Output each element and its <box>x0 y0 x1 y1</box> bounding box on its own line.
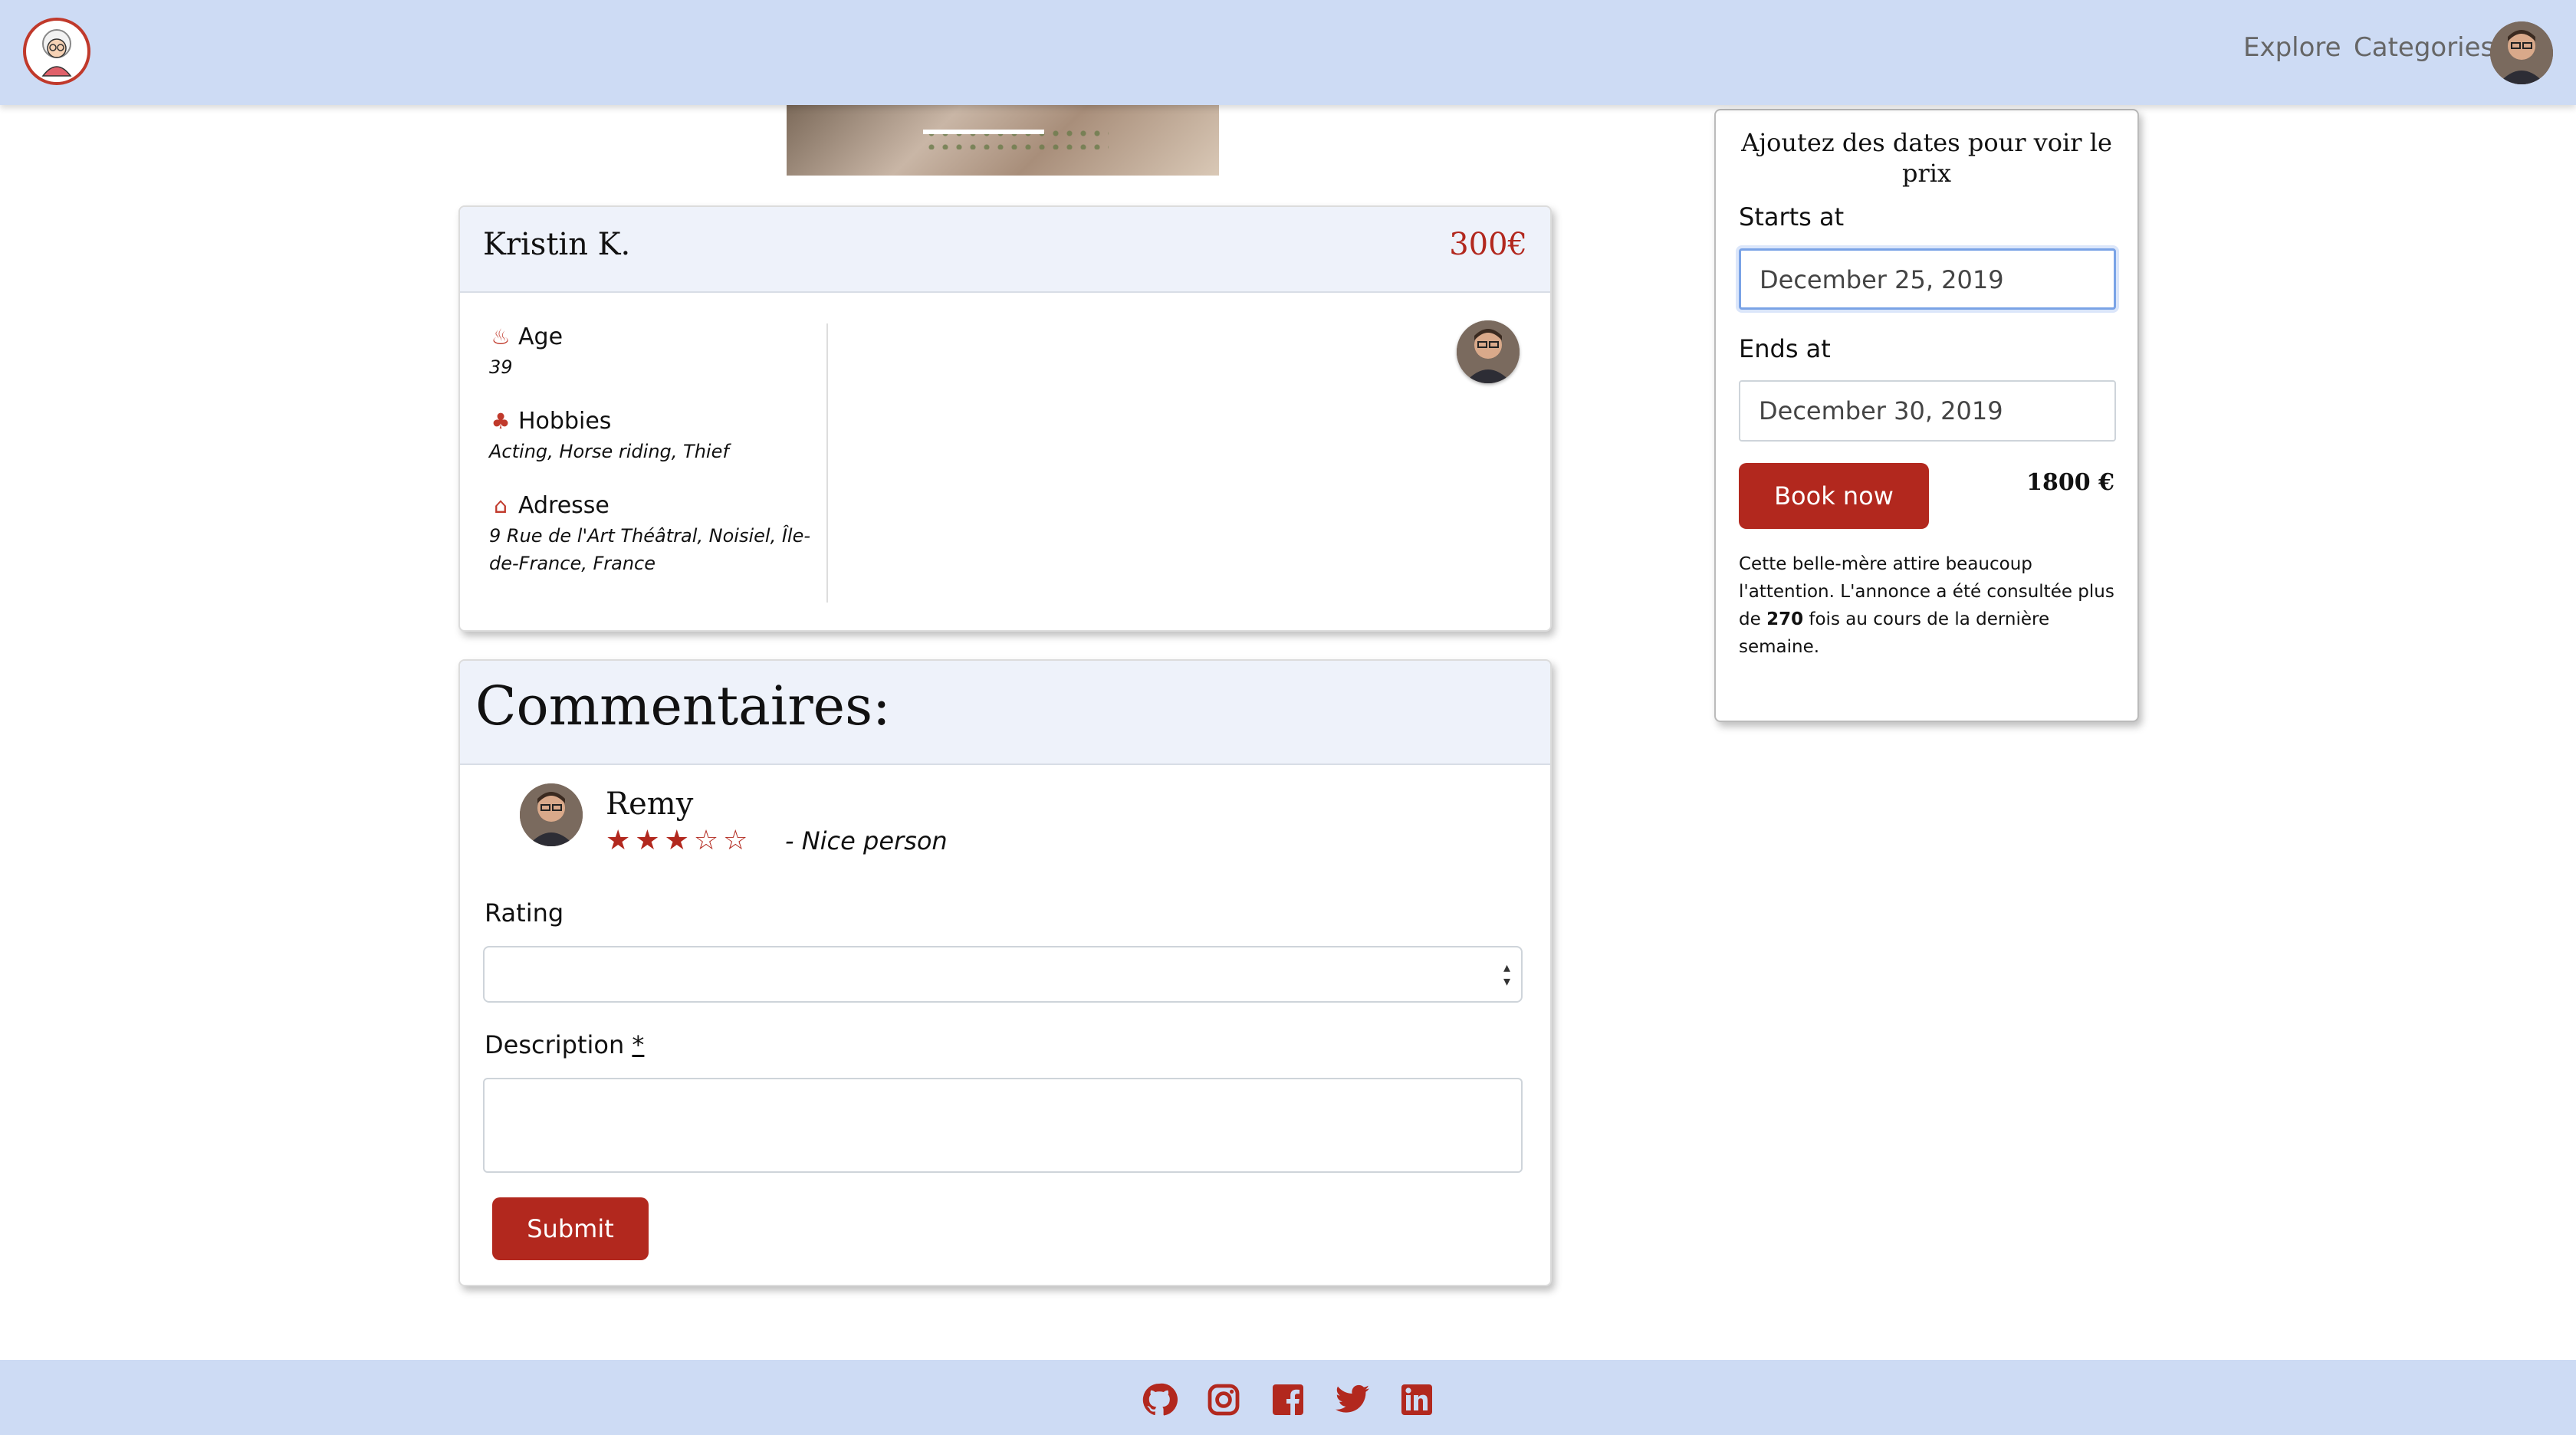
star-empty-icon: ☆ <box>723 825 753 856</box>
rating-select[interactable]: ▴ ▾ <box>483 946 1523 1003</box>
profile-card: Kristin K. 300€ ♨ Age 39 ♣ Hobbies Actin… <box>458 205 1552 632</box>
navbar: Explore Categories <box>0 0 2576 105</box>
rating-label: Rating <box>485 898 564 928</box>
comment-rating-stars: ★★★☆☆ <box>606 825 752 856</box>
footer <box>0 1360 2576 1435</box>
logo[interactable] <box>23 18 90 85</box>
birthday-cake-icon: ♨ <box>491 324 511 350</box>
description-label-text: Description <box>485 1030 625 1059</box>
age-label: Age <box>518 323 564 350</box>
carousel-indicator[interactable] <box>923 130 1044 134</box>
host-avatar-icon <box>1457 320 1520 383</box>
view-count: 270 <box>1766 609 1804 629</box>
select-arrows-icon: ▴ ▾ <box>1503 960 1510 990</box>
twitter-icon[interactable] <box>1334 1381 1371 1418</box>
book-now-button[interactable]: Book now <box>1739 463 1929 529</box>
description-textarea[interactable] <box>483 1078 1523 1173</box>
hobbies-icon: ♣ <box>491 409 511 434</box>
comment-author-avatar[interactable] <box>520 783 583 846</box>
star-filled-icon: ★ <box>664 825 694 856</box>
comment-text: - Nice person <box>785 826 948 855</box>
hobbies-label: Hobbies <box>518 408 612 435</box>
comments-title: Commentaires: <box>475 675 891 737</box>
booking-title: Ajoutez des dates pour voir le prix <box>1741 128 2112 188</box>
facebook-icon[interactable] <box>1270 1381 1306 1418</box>
grandma-logo-icon <box>41 29 72 77</box>
user-avatar[interactable] <box>2490 21 2553 84</box>
hobbies-value: Acting, Horse riding, Thief <box>489 441 729 462</box>
nav-explore-link[interactable]: Explore <box>2243 32 2341 63</box>
comments-card: Commentaires: Remy ★★★☆☆ - Nice person R… <box>458 659 1552 1286</box>
ends-at-input[interactable]: December 30, 2019 <box>1739 380 2116 442</box>
starts-at-label: Starts at <box>1739 202 1845 232</box>
comment-author: Remy <box>606 786 694 822</box>
comments-header: Commentaires: <box>460 661 1550 765</box>
instagram-icon[interactable] <box>1205 1381 1242 1418</box>
star-empty-icon: ☆ <box>693 825 724 856</box>
ends-at-label: Ends at <box>1739 334 1831 363</box>
address-value: 9 Rue de l'Art Théâtral, Noisiel, Île-de… <box>489 525 810 574</box>
booking-total-price: 1800 € <box>2026 469 2114 496</box>
booking-description: Cette belle-mère attire beaucoup l'atten… <box>1739 550 2122 661</box>
profile-card-header: Kristin K. 300€ <box>460 207 1550 293</box>
github-icon[interactable] <box>1141 1381 1178 1418</box>
age-block: ♨ Age 39 <box>489 323 819 381</box>
linkedin-icon[interactable] <box>1398 1381 1435 1418</box>
age-value: 39 <box>489 356 513 378</box>
host-avatar[interactable] <box>1457 320 1520 383</box>
profile-name: Kristin K. <box>483 227 631 262</box>
star-filled-icon: ★ <box>606 825 636 856</box>
description-label: Description * <box>485 1030 644 1059</box>
profile-photo-carousel[interactable] <box>787 105 1219 176</box>
nav-categories-link[interactable]: Categories <box>2354 32 2494 63</box>
required-mark: * <box>632 1030 645 1059</box>
submit-button[interactable]: Submit <box>492 1197 649 1260</box>
vertical-divider <box>826 323 828 603</box>
home-icon: ⌂ <box>494 493 508 518</box>
address-block: ⌂ Adresse 9 Rue de l'Art Théâtral, Noisi… <box>489 492 819 577</box>
user-avatar-icon <box>2490 21 2553 84</box>
address-label: Adresse <box>518 492 610 519</box>
booking-card: Ajoutez des dates pour voir le prix Star… <box>1714 109 2139 722</box>
profile-price: 300€ <box>1449 227 1527 262</box>
starts-at-input[interactable]: December 25, 2019 <box>1739 248 2116 310</box>
star-filled-icon: ★ <box>635 825 665 856</box>
comment-avatar-icon <box>520 783 583 846</box>
hobbies-block: ♣ Hobbies Acting, Horse riding, Thief <box>489 408 819 465</box>
